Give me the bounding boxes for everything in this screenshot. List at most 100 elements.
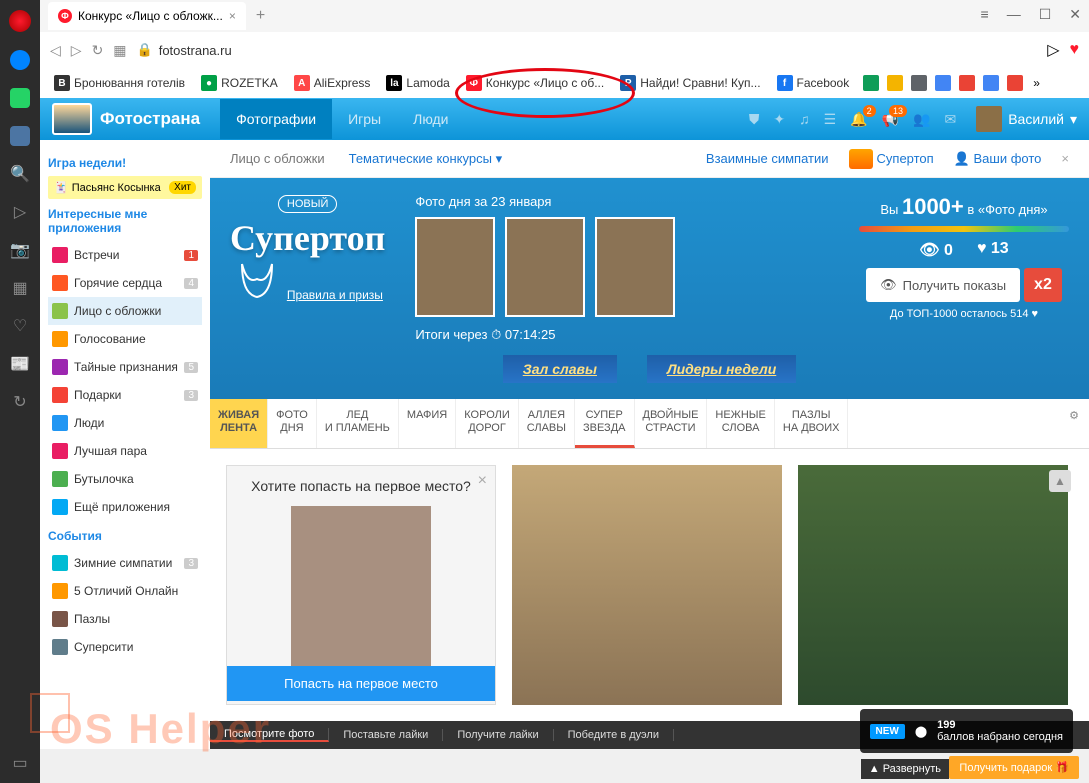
nav-Люди[interactable]: Люди xyxy=(397,99,464,139)
messenger-icon[interactable] xyxy=(10,50,30,70)
bottom-tab[interactable]: Поставьте лайки xyxy=(329,729,443,741)
close-window-button[interactable]: ✕ xyxy=(1069,6,1081,23)
sidebar-item[interactable]: 5 Отличий Онлайн xyxy=(48,577,202,605)
gift-button[interactable]: Получить подарок 🎁 xyxy=(949,756,1079,779)
bookmark-item[interactable]: ●ROZETKA xyxy=(195,72,284,94)
sidebar-item[interactable]: Лицо с обложки xyxy=(48,297,202,325)
menu-icon[interactable]: ≡ xyxy=(981,6,989,23)
sidebar-item[interactable]: Лучшая пара xyxy=(48,437,202,465)
close-icon[interactable]: × xyxy=(478,472,487,490)
opera-logo-icon[interactable] xyxy=(9,10,31,32)
music-icon[interactable]: ♫ xyxy=(799,111,810,127)
day-photo[interactable] xyxy=(415,217,495,317)
subnav-supertop[interactable]: Супертоп xyxy=(849,149,934,169)
history-icon[interactable]: ↻ xyxy=(10,392,30,412)
send-icon[interactable]: ▷ xyxy=(10,202,30,222)
bookmark-icon[interactable] xyxy=(887,75,903,91)
grid-icon[interactable]: ▦ xyxy=(10,278,30,298)
bookmark-icon[interactable] xyxy=(959,75,975,91)
vk-icon[interactable] xyxy=(10,126,30,146)
sidebar-item[interactable]: Голосование xyxy=(48,325,202,353)
nav-Игры[interactable]: Игры xyxy=(332,99,397,139)
speed-dial-button[interactable]: ▦ xyxy=(113,42,126,59)
rules-link[interactable]: Правила и призы xyxy=(287,288,383,302)
more-bookmarks-button[interactable]: » xyxy=(1033,76,1040,90)
bookmark-icon[interactable] xyxy=(983,75,999,91)
game-week-item[interactable]: 🃏 Пасьянс Косынка Хит xyxy=(48,176,202,199)
heart-outline-icon[interactable]: ♡ xyxy=(10,316,30,336)
bottom-tab[interactable]: Посмотрите фото xyxy=(210,728,329,742)
day-photo[interactable] xyxy=(505,217,585,317)
contest-tab[interactable]: АЛЛЕЯСЛАВЫ xyxy=(519,399,575,448)
sidebar-item[interactable]: Пазлы xyxy=(48,605,202,633)
bookmark-icon[interactable] xyxy=(935,75,951,91)
bookmark-heart-icon[interactable]: ♥ xyxy=(1070,41,1080,59)
bookmark-item[interactable]: ФКонкурс «Лицо с об... xyxy=(460,72,610,94)
sidebar-item[interactable]: Встречи1 xyxy=(48,241,202,269)
url-field[interactable]: 🔒 fotostrana.ru xyxy=(137,42,1038,58)
sidebar-item[interactable]: Люди xyxy=(48,409,202,437)
gear-icon[interactable]: ⚙ xyxy=(1059,399,1089,448)
new-tab-button[interactable]: + xyxy=(256,7,265,25)
scroll-up-button[interactable]: ▲ xyxy=(1049,470,1071,492)
sidebar-item[interactable]: Бутылочка xyxy=(48,465,202,493)
sidebar-item[interactable]: Ещё приложения xyxy=(48,493,202,521)
easy-setup-icon[interactable]: ▷ xyxy=(1047,40,1059,60)
list-icon[interactable]: ☰ xyxy=(824,111,837,128)
bookmark-icon[interactable] xyxy=(863,75,879,91)
ribbon-hall[interactable]: Зал славы xyxy=(503,355,617,383)
mail-icon[interactable]: ✉ xyxy=(944,111,956,128)
get-views-button[interactable]: 👁 Получить показы xyxy=(866,268,1020,302)
expand-icon[interactable]: ▭ xyxy=(10,753,30,773)
site-logo[interactable]: Фотострана xyxy=(52,103,200,135)
subnav-contests[interactable]: Тематические конкурсы ▾ xyxy=(349,151,502,167)
contest-tab[interactable]: ЛЕДИ ПЛАМЕНЬ xyxy=(317,399,399,448)
bookmark-item[interactable]: PНайди! Сравни! Куп... xyxy=(614,72,766,94)
close-icon[interactable]: × xyxy=(1061,151,1069,166)
contest-tab[interactable]: СУПЕРЗВЕЗДА xyxy=(575,399,635,448)
reload-button[interactable]: ↻ xyxy=(92,42,104,59)
bookmark-icon[interactable] xyxy=(911,75,927,91)
shield-icon[interactable]: ⛊ xyxy=(749,111,760,128)
back-button[interactable]: ◁ xyxy=(50,42,61,59)
megaphone-icon[interactable]: 📢13 xyxy=(882,111,899,128)
subnav-mutual[interactable]: Взаимные симпатии xyxy=(706,151,829,166)
people-icon[interactable]: 👥 xyxy=(913,111,930,128)
user-menu[interactable]: Василий ▾ xyxy=(976,106,1077,132)
contest-tab[interactable]: ФОТОДНЯ xyxy=(268,399,317,448)
forward-button[interactable]: ▷ xyxy=(71,42,82,59)
feed-photo[interactable] xyxy=(512,465,782,705)
bell-icon[interactable]: 🔔2 xyxy=(850,111,867,128)
bottom-tab[interactable]: Победите в дуэли xyxy=(554,729,674,741)
bottom-tab[interactable]: Получите лайки xyxy=(443,729,553,741)
ribbon-leaders[interactable]: Лидеры недели xyxy=(647,355,796,383)
feed-photo[interactable] xyxy=(798,465,1068,705)
promo-button[interactable]: Попасть на первое место xyxy=(227,666,495,701)
sidebar-item[interactable]: Зимние симпатии3 xyxy=(48,549,202,577)
expand-button[interactable]: ▲ Развернуть xyxy=(861,759,949,779)
bookmark-item[interactable]: laLamoda xyxy=(380,72,455,94)
sidebar-item[interactable]: Подарки3 xyxy=(48,381,202,409)
compass-icon[interactable]: ✦ xyxy=(773,111,785,128)
subnav-yourphoto[interactable]: 👤 Ваши фото xyxy=(954,151,1042,167)
day-photo[interactable] xyxy=(595,217,675,317)
sidebar-item[interactable]: Суперсити xyxy=(48,633,202,661)
subnav-face[interactable]: Лицо с обложки xyxy=(230,151,325,166)
sidebar-item[interactable]: Горячие сердца4 xyxy=(48,269,202,297)
contest-tab[interactable]: НЕЖНЫЕСЛОВА xyxy=(707,399,774,448)
contest-tab[interactable]: ЖИВАЯЛЕНТА xyxy=(210,399,268,448)
bookmark-item[interactable]: BБронювання готелів xyxy=(48,72,191,94)
search-icon[interactable]: 🔍 xyxy=(10,164,30,184)
contest-tab[interactable]: ДВОЙНЫЕСТРАСТИ xyxy=(635,399,708,448)
news-icon[interactable]: 📰 xyxy=(10,354,30,374)
browser-tab[interactable]: Ф Конкурс «Лицо с обложк... × xyxy=(48,2,246,30)
contest-tab[interactable]: МАФИЯ xyxy=(399,399,456,448)
bookmark-item[interactable]: AAliExpress xyxy=(288,72,377,94)
minimize-button[interactable]: — xyxy=(1007,6,1021,23)
contest-tab[interactable]: ПАЗЛЫНА ДВОИХ xyxy=(775,399,849,448)
bookmark-icon[interactable] xyxy=(1007,75,1023,91)
contest-tab[interactable]: КОРОЛИДОРОГ xyxy=(456,399,519,448)
camera-icon[interactable]: 📷 xyxy=(10,240,30,260)
maximize-button[interactable]: ☐ xyxy=(1039,6,1052,23)
bookmark-item[interactable]: fFacebook xyxy=(771,72,856,94)
